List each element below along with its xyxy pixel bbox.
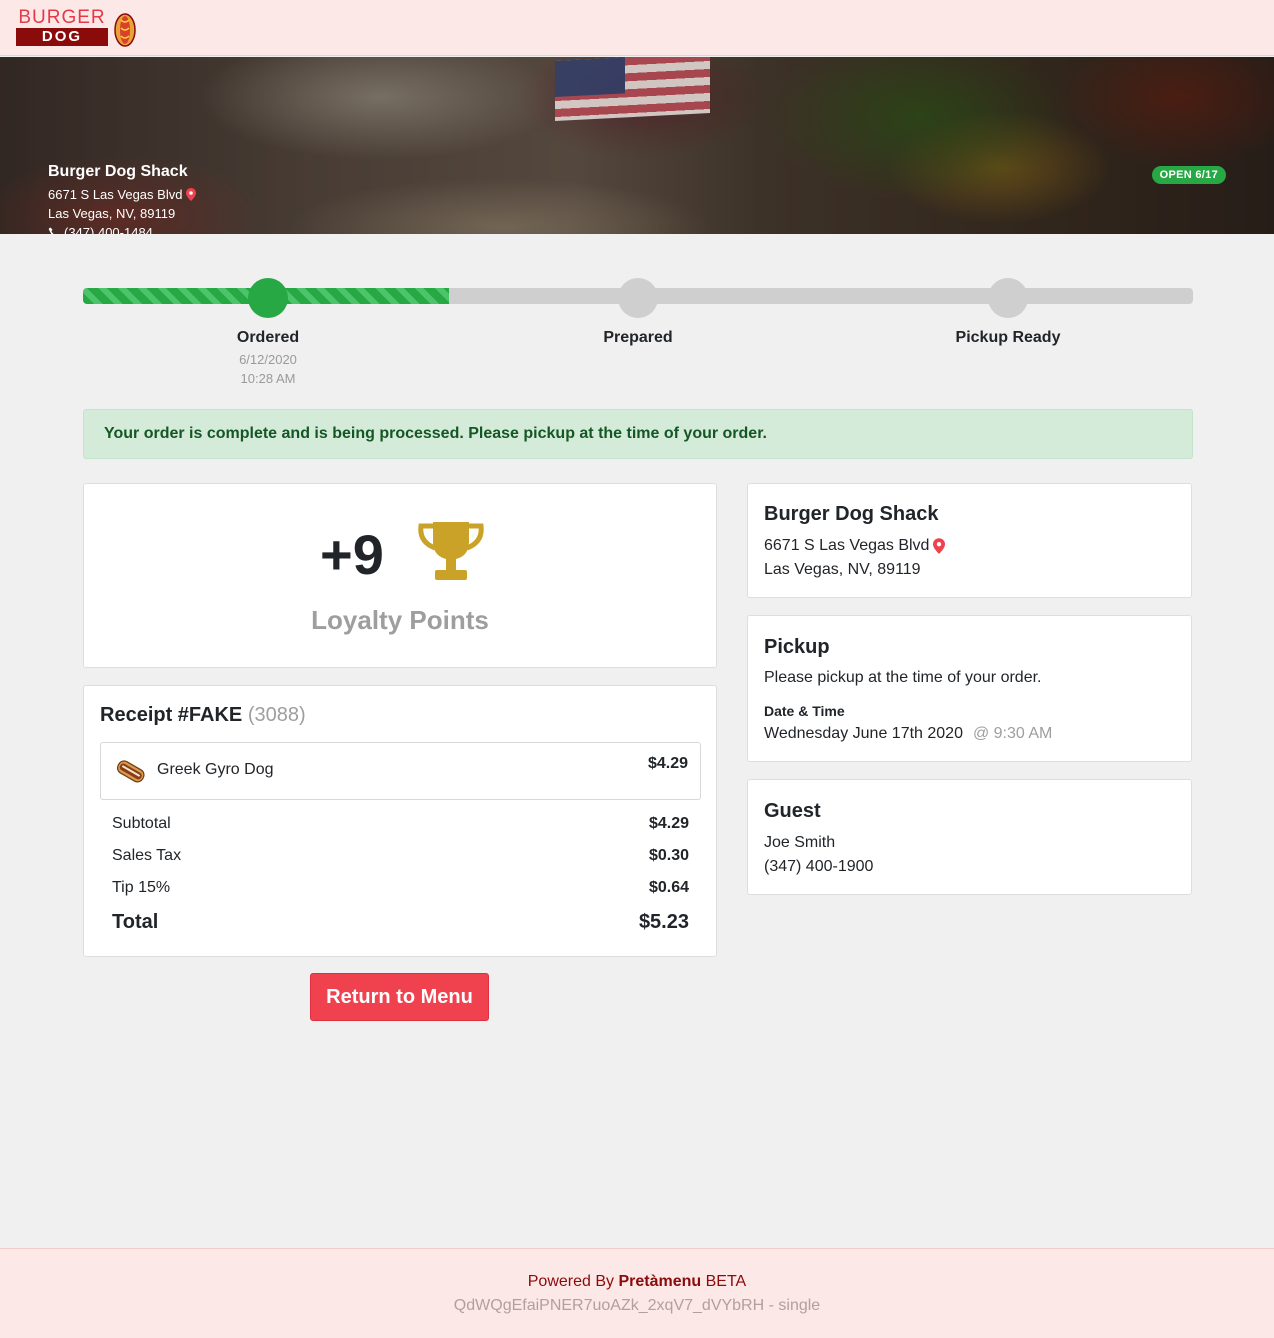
loyalty-card: +9 Loyalty Points <box>83 483 717 668</box>
address-line1-text: 6671 S Las Vegas Blvd <box>48 187 183 202</box>
map-pin-icon <box>933 538 946 554</box>
order-status-alert: Your order is complete and is being proc… <box>83 409 1193 459</box>
step-ordered-dot <box>248 278 288 318</box>
tip-value: $0.64 <box>648 879 689 896</box>
total-value: $5.23 <box>638 911 689 933</box>
tax-value: $0.30 <box>648 847 689 864</box>
tip-label: Tip 15% <box>112 879 171 896</box>
pickup-time: @ 9:30 AM <box>972 725 1053 742</box>
step-pickup-ready-label: Pickup Ready <box>955 329 1061 346</box>
step-prepared-dot <box>618 278 658 318</box>
pickup-datetime: Wednesday June 17th 2020 @ 9:30 AM <box>764 725 1052 743</box>
pickup-date: Wednesday June 17th 2020 <box>764 725 963 742</box>
tax-label: Sales Tax <box>112 847 182 864</box>
powered-by: Powered By Pretàmenu BETA <box>0 1273 1274 1291</box>
restaurant-address-line1[interactable]: 6671 S Las Vegas Blvd <box>48 185 197 204</box>
session-token: QdWQgEfaiPNER7uoAZk_2xqV7_dVYbRH - singl… <box>453 1297 821 1314</box>
return-to-menu-button[interactable]: Return to Menu <box>310 973 489 1021</box>
restaurant-info: Burger Dog Shack 6671 S Las Vegas Blvd L… <box>48 163 197 234</box>
guest-title: Guest <box>764 800 821 822</box>
receipt-line-item: Greek Gyro Dog $4.29 <box>100 742 701 800</box>
pickup-note: Please pickup at the time of your order. <box>764 669 1042 686</box>
pickup-title: Pickup <box>764 636 830 658</box>
receipt-title: Receipt #FAKE (3088) <box>100 704 306 727</box>
subtotal-row: Subtotal $4.29 <box>112 815 689 833</box>
pickup-datetime-label: Date & Time <box>764 703 845 719</box>
item-price: $4.29 <box>647 755 688 772</box>
restaurant-address-line2: Las Vegas, NV, 89119 <box>48 206 176 221</box>
restaurant-phone[interactable]: (347) 400-1484 <box>48 223 196 234</box>
pretamenu-brand-link[interactable]: Pretàmenu <box>618 1273 701 1290</box>
step-ordered-label: Ordered <box>236 329 300 346</box>
receipt-title-text: Receipt #FAKE <box>100 704 243 726</box>
subtotal-value: $4.29 <box>648 815 689 832</box>
pickup-card: Pickup Please pickup at the time of your… <box>747 615 1192 762</box>
hotdog-mascot-icon <box>114 13 136 47</box>
burger-dog-logo[interactable]: BURGER DOG <box>16 8 141 48</box>
beta-label: BETA <box>705 1273 747 1290</box>
tip-row: Tip 15% $0.64 <box>112 879 689 897</box>
logo-text-top: BURGER <box>18 7 106 28</box>
total-row: Total $5.23 <box>112 911 689 934</box>
total-label: Total <box>112 911 159 933</box>
powered-prefix: Powered By <box>527 1273 615 1290</box>
guest-name: Joe Smith <box>764 834 836 851</box>
item-thumbnail-image <box>111 752 151 790</box>
open-status-badge: OPEN 6/17 <box>1151 166 1226 184</box>
logo-text-bottom: DOG <box>16 28 108 46</box>
step-prepared-label: Prepared <box>603 329 673 346</box>
top-bar: BURGER DOG <box>0 0 1274 56</box>
guest-phone: (347) 400-1900 <box>764 858 874 875</box>
map-pin-icon <box>186 188 197 201</box>
trophy-icon <box>418 522 484 580</box>
phone-text: (347) 400-1484 <box>64 225 153 234</box>
item-name: Greek Gyro Dog <box>157 761 274 778</box>
phone-icon <box>48 227 58 234</box>
tax-row: Sales Tax $0.30 <box>112 847 689 865</box>
step-ordered-time: 10:28 AM <box>240 371 296 386</box>
subtotal-label: Subtotal <box>112 815 171 832</box>
location-card: Burger Dog Shack 6671 S Las Vegas Blvd L… <box>747 483 1192 598</box>
footer: Powered By Pretàmenu BETA QdWQgEfaiPNER7… <box>0 1248 1274 1338</box>
receipt-card: Receipt #FAKE (3088) Greek Gyro Dog $4.2… <box>83 685 717 957</box>
receipt-number: (3088) <box>247 704 306 726</box>
location-title: Burger Dog Shack <box>764 503 939 525</box>
loyalty-points-label: Loyalty Points <box>311 605 489 635</box>
step-pickup-ready-dot <box>988 278 1028 318</box>
flag-image <box>555 57 710 122</box>
location-address-line2: Las Vegas, NV, 89119 <box>764 561 921 578</box>
step-ordered-date: 6/12/2020 <box>239 352 297 367</box>
guest-card: Guest Joe Smith (347) 400-1900 <box>747 779 1192 895</box>
restaurant-hero-banner: Burger Dog Shack 6671 S Las Vegas Blvd L… <box>0 57 1274 234</box>
location-address-line1-text: 6671 S Las Vegas Blvd <box>764 537 930 554</box>
loyalty-points-value: +9 <box>320 523 384 586</box>
location-address-line1[interactable]: 6671 S Las Vegas Blvd <box>764 537 946 555</box>
restaurant-name: Burger Dog Shack <box>48 163 188 180</box>
